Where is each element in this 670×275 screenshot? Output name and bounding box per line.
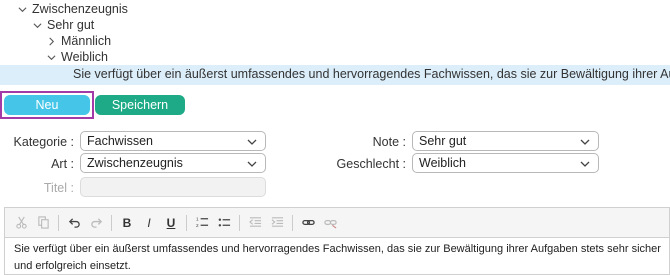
cut-icon[interactable] [11,213,31,233]
tree-node-weiblich[interactable]: Weiblich [45,49,108,65]
toolbar-divider [111,214,112,231]
italic-button[interactable]: I [139,213,159,233]
tree-node-label: Sehr gut [47,18,95,32]
note-select[interactable]: Sehr gut [412,131,599,151]
chevron-down-icon [247,159,257,169]
kategorie-label: Kategorie : [13,135,74,149]
toolbar-divider [239,214,240,231]
editor-content[interactable]: Sie verfügt über ein äußerst umfassendes… [14,241,663,275]
unlink-icon[interactable] [320,213,340,233]
chevron-down-icon [247,137,257,147]
chevron-down-icon[interactable] [45,51,57,63]
undo-icon[interactable] [64,213,84,233]
chevron-down-icon [580,137,590,147]
numbered-list-icon[interactable]: 12 [192,213,212,233]
tree-node-zwischenzeugnis[interactable]: Zwischenzeugnis [16,1,128,17]
italic-icon: I [147,215,151,230]
svg-text:2: 2 [196,223,199,228]
chevron-down-icon [580,159,590,169]
editor-toolbar: B I U 12 [5,208,669,238]
tree-node-label: Weiblich [61,50,109,64]
rich-text-editor[interactable]: B I U 12 Sie verfügt über ein äußerst um… [4,207,670,275]
titel-input[interactable] [80,177,266,197]
geschlecht-select[interactable]: Weiblich [412,153,599,173]
svg-text:1: 1 [196,217,199,222]
outdent-icon[interactable] [245,213,265,233]
save-button[interactable]: Speichern [95,95,185,115]
toolbar-divider [292,214,293,231]
art-label: Art : [51,157,74,171]
toolbar-divider [186,214,187,231]
note-value: Sehr gut [419,134,467,148]
tree-node-label: Zwischenzeugnis [32,2,128,16]
art-select[interactable]: Zwischenzeugnis [80,153,266,173]
chevron-down-icon[interactable] [31,19,43,31]
art-value: Zwischenzeugnis [87,156,183,170]
bold-icon: B [122,215,132,230]
titel-label: Titel : [43,181,74,195]
redo-icon[interactable] [86,213,106,233]
link-icon[interactable] [298,213,318,233]
note-label: Note : [372,135,406,149]
copy-icon[interactable] [33,213,53,233]
underline-icon: U [166,215,176,230]
bullet-list-icon[interactable] [214,213,234,233]
chevron-down-icon[interactable] [16,3,28,15]
new-button[interactable]: Neu [4,95,90,115]
kategorie-select[interactable]: Fachwissen [80,131,266,151]
tree-node-label: Männlich [61,34,112,48]
kategorie-value: Fachwissen [87,134,153,148]
geschlecht-value: Weiblich [419,156,467,170]
underline-button[interactable]: U [161,213,181,233]
tree-node-sehr-gut[interactable]: Sehr gut [31,17,94,33]
chevron-right-icon[interactable] [45,35,57,47]
tree-leaf-text[interactable]: Sie verfügt über ein äußerst umfassendes… [73,67,670,81]
geschlecht-label: Geschlecht : [336,157,406,171]
bold-button[interactable]: B [117,213,137,233]
tree-node-maennlich[interactable]: Männlich [45,33,111,49]
toolbar-divider [58,214,59,231]
indent-icon[interactable] [267,213,287,233]
